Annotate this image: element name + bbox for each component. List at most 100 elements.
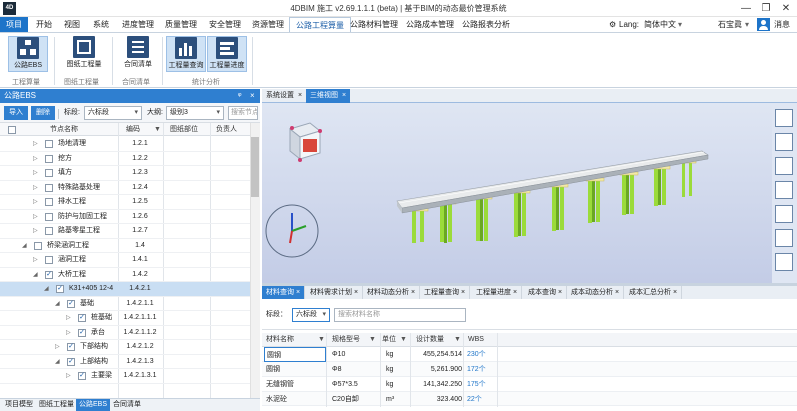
collapse-arrow-icon[interactable]: ◢: [22, 239, 27, 253]
tab-close-icon[interactable]: ×: [615, 289, 619, 296]
row-checkbox[interactable]: ✓: [56, 285, 64, 293]
row-checkbox[interactable]: [45, 140, 53, 148]
pin-icon[interactable]: ᵠ: [238, 89, 242, 103]
cell-wbs-link[interactable]: 230个: [467, 347, 486, 362]
filter-icon[interactable]: ▼: [400, 333, 407, 347]
tab-quantity-progress[interactable]: 工程量进度 ×: [472, 286, 523, 300]
menu-resource[interactable]: 资源管理: [246, 17, 290, 32]
level-select[interactable]: 级别3: [166, 106, 224, 120]
col-material-name[interactable]: 材料名称: [266, 333, 294, 347]
cell-material-name[interactable]: 圆钢: [264, 347, 326, 362]
tree-row[interactable]: ▷ 路基零星工程 1.2.7: [0, 224, 250, 239]
menu-road-material[interactable]: 公路材料管理: [344, 17, 404, 32]
tab-material-analysis[interactable]: 材料动态分析 ×: [363, 286, 421, 300]
tab-drawing-quantity[interactable]: 图纸工程量: [36, 399, 77, 411]
view-tool-icon[interactable]: [775, 157, 793, 175]
row-checkbox[interactable]: [45, 256, 53, 264]
collapse-arrow-icon[interactable]: ◢: [55, 297, 60, 311]
expand-arrow-icon[interactable]: ▷: [66, 326, 71, 340]
tree-row[interactable]: ▷ ✓ 桩基础 1.4.2.1.1.1: [0, 311, 250, 326]
row-checkbox[interactable]: ✓: [78, 372, 86, 380]
expand-arrow-icon[interactable]: ▷: [33, 152, 38, 166]
menu-project[interactable]: 项目: [0, 17, 28, 32]
menu-system[interactable]: 系统: [87, 17, 115, 32]
tree-row[interactable]: ▷ 涵洞工程 1.4.1: [0, 253, 250, 268]
tree-row[interactable]: ▷ 排水工程 1.2.5: [0, 195, 250, 210]
quantity-progress-button[interactable]: 工程量进度: [207, 36, 247, 72]
col-code[interactable]: 编码: [126, 123, 140, 136]
tab-close-icon[interactable]: ×: [513, 289, 517, 296]
row-checkbox[interactable]: ✓: [67, 299, 75, 308]
col-drawing-part[interactable]: 图纸部位: [170, 123, 198, 136]
view-tool-icon[interactable]: [775, 133, 793, 151]
tab-quantity-query[interactable]: 工程量查询 ×: [420, 286, 471, 300]
cell-wbs-link[interactable]: 172个: [467, 362, 486, 377]
minimize-button[interactable]: —: [736, 1, 756, 16]
row-checkbox[interactable]: [45, 154, 53, 163]
tab-cost-analysis[interactable]: 成本动态分析 ×: [567, 286, 625, 300]
row-checkbox[interactable]: ✓: [45, 270, 53, 279]
tree-row[interactable]: ◢ ✓ 上部结构 1.4.2.1.3: [0, 355, 250, 369]
view-tool-icon[interactable]: [775, 181, 793, 199]
select-all-checkbox[interactable]: [8, 126, 16, 134]
row-checkbox[interactable]: ✓: [67, 343, 75, 351]
col-node-name[interactable]: 节点名称: [50, 123, 78, 136]
menu-road-report[interactable]: 公路报表分析: [456, 17, 516, 32]
road-ebs-button[interactable]: 公路EBS: [8, 36, 48, 72]
tab-project-model[interactable]: 项目模型: [2, 399, 36, 411]
tree-scroll-thumb[interactable]: [251, 137, 259, 197]
menu-start[interactable]: 开始: [30, 17, 58, 32]
table-row[interactable]: 水泥砼 C20自卸 m³ 323.400 22个: [262, 392, 797, 406]
tab-cost-query[interactable]: 成本查询 ×: [524, 286, 568, 300]
tab-close-icon[interactable]: ×: [411, 289, 415, 296]
tree-row-selected[interactable]: ◢ ✓ K31+405 12-4 1.4.2.1: [0, 282, 250, 297]
row-checkbox[interactable]: [45, 227, 53, 235]
col-spec[interactable]: 规格型号: [332, 333, 360, 347]
col-wbs[interactable]: WBS: [468, 333, 484, 347]
quantity-query-button[interactable]: 工程量查询: [166, 36, 206, 72]
tab-road-ebs[interactable]: 公路EBS: [76, 399, 111, 411]
expand-arrow-icon[interactable]: ▷: [33, 166, 38, 180]
filter-icon[interactable]: ▼: [454, 333, 461, 347]
tab-3d-view[interactable]: 三维视图 ×: [306, 89, 351, 103]
view-tool-icon[interactable]: [775, 205, 793, 223]
tab-material-query[interactable]: 材料查询 ×: [262, 286, 306, 300]
tree-row[interactable]: ▷ 特殊路基处理 1.2.4: [0, 181, 250, 195]
user-chevron-icon[interactable]: ▾: [745, 17, 749, 32]
expand-arrow-icon[interactable]: ▷: [66, 311, 71, 325]
col-owner[interactable]: 负责人: [216, 123, 237, 136]
row-checkbox[interactable]: [34, 241, 42, 250]
tree-row[interactable]: ▷ 场地清理 1.2.1: [0, 137, 250, 152]
row-checkbox[interactable]: [45, 198, 53, 206]
drawing-quantity-button[interactable]: 图纸工程量: [62, 36, 106, 72]
row-checkbox[interactable]: ✓: [78, 328, 86, 337]
tab-close-icon[interactable]: ×: [673, 289, 677, 296]
settings-icon[interactable]: ⚙: [609, 17, 616, 32]
tree-row[interactable]: ▷ ✓ 主要梁 1.4.2.1.3.1: [0, 369, 250, 384]
expand-arrow-icon[interactable]: ▷: [55, 340, 60, 354]
tab-close-icon[interactable]: ×: [342, 92, 346, 99]
tree-row[interactable]: ◢ ✓ 基础 1.4.2.1.1: [0, 297, 250, 311]
row-checkbox[interactable]: [45, 169, 53, 177]
user-name[interactable]: 石宝眞: [718, 17, 742, 32]
tree-row[interactable]: ◢ ✓ 大桥工程 1.4.2: [0, 268, 250, 282]
menu-safety[interactable]: 安全管理: [203, 17, 247, 32]
lang-select[interactable]: 简体中文: [644, 17, 676, 32]
collapse-arrow-icon[interactable]: ◢: [33, 268, 38, 282]
maximize-button[interactable]: ❐: [756, 1, 776, 16]
tab-close-icon[interactable]: ×: [558, 289, 562, 296]
row-checkbox[interactable]: [45, 212, 53, 221]
tab-cost-summary[interactable]: 成本汇总分析 ×: [625, 286, 683, 300]
tab-material-plan[interactable]: 材料需求计划 ×: [306, 286, 364, 300]
material-search-input[interactable]: 搜索材料名称: [334, 308, 466, 322]
tab-close-icon[interactable]: ×: [354, 289, 358, 296]
col-design-qty[interactable]: 设计数量: [416, 333, 444, 347]
panel-close-icon[interactable]: ×: [250, 89, 255, 103]
tree-row[interactable]: ▷ ✓ 下部结构 1.4.2.1.2: [0, 340, 250, 355]
menu-road-quantity[interactable]: 公路工程算量: [289, 17, 351, 32]
chevron-down-icon[interactable]: ▾: [678, 17, 682, 32]
row-checkbox[interactable]: ✓: [67, 357, 75, 366]
view-tool-icon[interactable]: [775, 229, 793, 247]
3d-viewport[interactable]: [262, 103, 772, 283]
contract-list-button[interactable]: 合同清单: [118, 36, 158, 72]
